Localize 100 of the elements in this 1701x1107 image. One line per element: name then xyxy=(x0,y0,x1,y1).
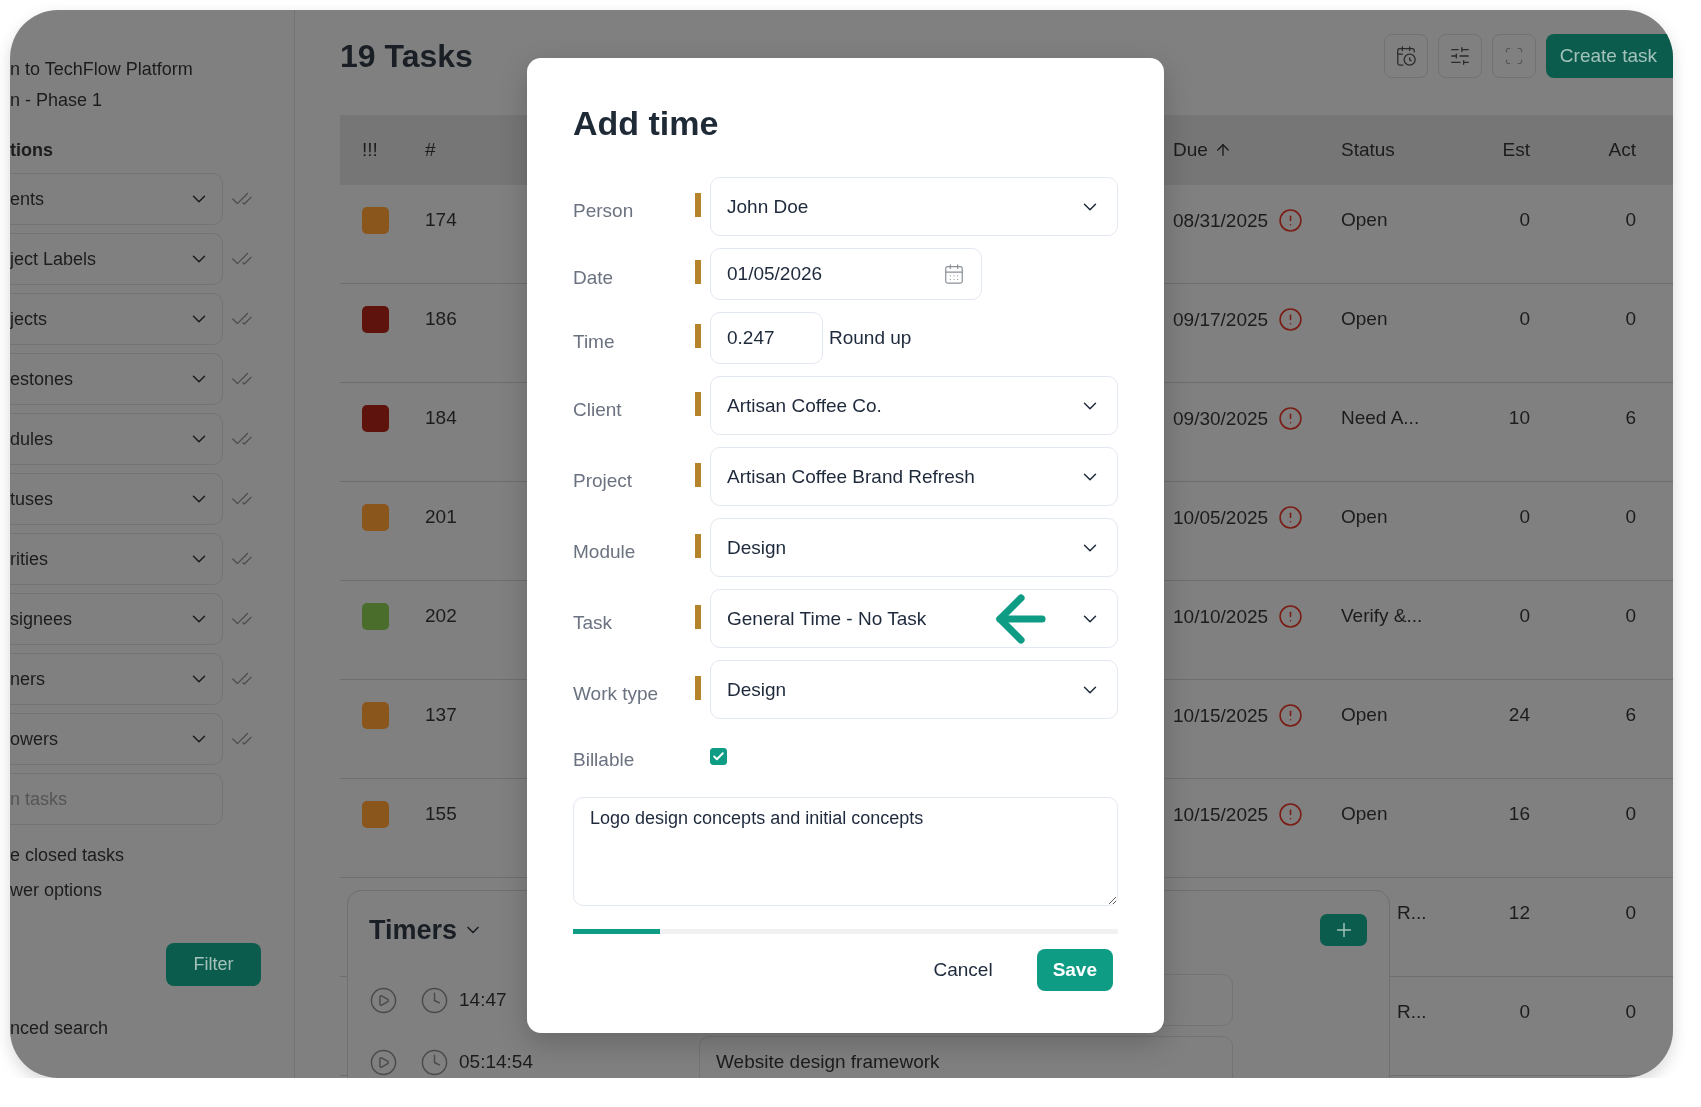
filter-select[interactable]: ents xyxy=(10,173,223,225)
clock-icon xyxy=(420,985,449,1015)
table-cell: 10/10/2025 xyxy=(1173,604,1269,629)
round-up-text: Round up xyxy=(829,327,912,349)
table-cell-text: Verify &... xyxy=(1341,604,1424,628)
cancel-button[interactable]: Cancel xyxy=(917,949,1009,991)
notes-field[interactable]: Logo design concepts and initial concepts xyxy=(573,797,1118,906)
filter-select[interactable]: jects xyxy=(10,293,223,345)
table-cell-text: Need A... xyxy=(1341,406,1421,430)
table-cell-text: 0 xyxy=(1624,208,1636,232)
filter-select[interactable]: dules xyxy=(10,413,223,465)
fullscreen-button[interactable] xyxy=(1491,34,1536,78)
timer-time: 14:47 xyxy=(459,989,508,1011)
check-icon xyxy=(712,749,725,763)
column-header[interactable]: Due xyxy=(1173,138,1341,162)
table-cell-text: 0 xyxy=(1624,1000,1636,1024)
table-cell-text: 12 xyxy=(1507,901,1530,925)
calendar-clock-button[interactable] xyxy=(1383,34,1428,78)
sidebar-link[interactable]: n - Phase 1 xyxy=(10,85,294,116)
advanced-search-link[interactable]: nced search xyxy=(10,1011,294,1045)
table-cell-text: Open xyxy=(1341,802,1389,826)
select-field[interactable]: Design xyxy=(710,518,1118,577)
add-timer-button[interactable] xyxy=(1320,914,1367,946)
field-label: Client xyxy=(573,397,623,421)
select-field[interactable]: Artisan Coffee Brand Refresh xyxy=(710,447,1118,506)
calendar-icon[interactable] xyxy=(943,263,965,285)
table-cell-text: 202 xyxy=(425,604,458,628)
select-field[interactable]: Artisan Coffee Co. xyxy=(710,376,1118,435)
column-header[interactable]: Est xyxy=(1460,138,1530,162)
column-header[interactable]: # xyxy=(425,138,521,162)
select-field[interactable]: General Time - No Task xyxy=(710,589,1118,648)
timer-time: 05:14:54 xyxy=(459,1051,534,1073)
table-cell-text: 0 xyxy=(1624,307,1636,331)
table-cell-text: 6 xyxy=(1624,703,1636,727)
calendar-clock-icon xyxy=(1394,45,1417,67)
filter-select[interactable]: estones xyxy=(10,353,223,405)
option-link[interactable]: wer options xyxy=(10,873,294,908)
save-button[interactable]: Save xyxy=(1036,949,1113,991)
timers-dropdown[interactable]: Timers xyxy=(369,914,484,946)
field-label: Date xyxy=(573,266,615,289)
dialog-title: Add time xyxy=(573,103,720,143)
table-cell-text: 186 xyxy=(425,307,458,331)
table-cell-text: R... xyxy=(1396,901,1428,925)
select-field[interactable]: John Doe xyxy=(710,177,1118,236)
table-cell-text: R... xyxy=(1396,1000,1428,1024)
table-cell: 09/30/2025 xyxy=(1173,406,1269,431)
field-label: Task xyxy=(573,610,614,634)
filter-select[interactable]: ject Labels xyxy=(10,233,223,285)
table-cell-text: 137 xyxy=(425,703,458,727)
table-cell-text: 0 xyxy=(1518,307,1530,331)
table-cell-text: 0 xyxy=(1624,604,1636,628)
select-field[interactable]: Design xyxy=(710,660,1118,719)
table-cell-text: Open xyxy=(1341,703,1389,727)
table-cell-text: 174 xyxy=(425,208,458,232)
table-cell-text: 10 xyxy=(1507,406,1530,430)
billable-checkbox[interactable] xyxy=(710,747,727,765)
table-cell-text: 0 xyxy=(1624,901,1636,925)
table-cell-text: Open xyxy=(1341,307,1389,331)
field-label: Module xyxy=(573,539,637,563)
create-task-button[interactable]: Create task xyxy=(1545,34,1673,78)
table-cell-text: 16 xyxy=(1507,802,1530,826)
section-title: tions xyxy=(10,139,54,162)
filter-select[interactable]: tuses xyxy=(10,473,223,525)
time-field[interactable]: 0.247 xyxy=(710,312,823,364)
table-cell-text: 155 xyxy=(425,802,458,826)
play-icon[interactable] xyxy=(369,1047,398,1077)
filter-button[interactable]: Filter xyxy=(166,943,261,986)
field-label: Time xyxy=(573,330,616,353)
table-cell-text: 184 xyxy=(425,406,458,430)
table-cell-text: 0 xyxy=(1518,505,1530,529)
table-cell-text: 0 xyxy=(1624,505,1636,529)
table-cell-text: 6 xyxy=(1624,406,1636,430)
table-cell: 10/15/2025 xyxy=(1173,802,1269,827)
sidebar-link[interactable]: n to TechFlow Platform xyxy=(10,54,294,85)
play-icon[interactable] xyxy=(369,985,398,1015)
table-cell-text: 201 xyxy=(425,505,458,529)
field-label: Work type xyxy=(573,681,660,705)
filter-select[interactable]: owers xyxy=(10,713,223,765)
filter-select[interactable]: signees xyxy=(10,593,223,645)
table-cell-text: 0 xyxy=(1518,1000,1530,1024)
table-cell: 10/05/2025 xyxy=(1173,505,1269,530)
filter-select[interactable]: rities xyxy=(10,533,223,585)
table-cell-text: 0 xyxy=(1518,604,1530,628)
column-header[interactable]: !!! xyxy=(340,138,425,162)
table-cell: 09/17/2025 xyxy=(1173,307,1269,332)
field-label: Billable xyxy=(573,748,636,771)
table-cell-text: 0 xyxy=(1518,208,1530,232)
table-cell-text: 0 xyxy=(1624,802,1636,826)
option-link[interactable]: e closed tasks xyxy=(10,838,294,873)
table-cell-text: Open xyxy=(1341,505,1389,529)
table-cell-text: 24 xyxy=(1507,703,1530,727)
description-field[interactable]: Website design framework xyxy=(699,1036,1233,1078)
column-header[interactable]: Status xyxy=(1341,138,1460,162)
filter-select[interactable]: ners xyxy=(10,653,223,705)
clock-icon xyxy=(420,1047,449,1077)
fullscreen-icon xyxy=(1503,46,1524,66)
settings-button[interactable] xyxy=(1437,34,1482,78)
settings-icon xyxy=(1448,45,1471,67)
date-field[interactable]: 01/05/2026 xyxy=(710,248,982,300)
column-header[interactable]: Act xyxy=(1530,138,1636,162)
